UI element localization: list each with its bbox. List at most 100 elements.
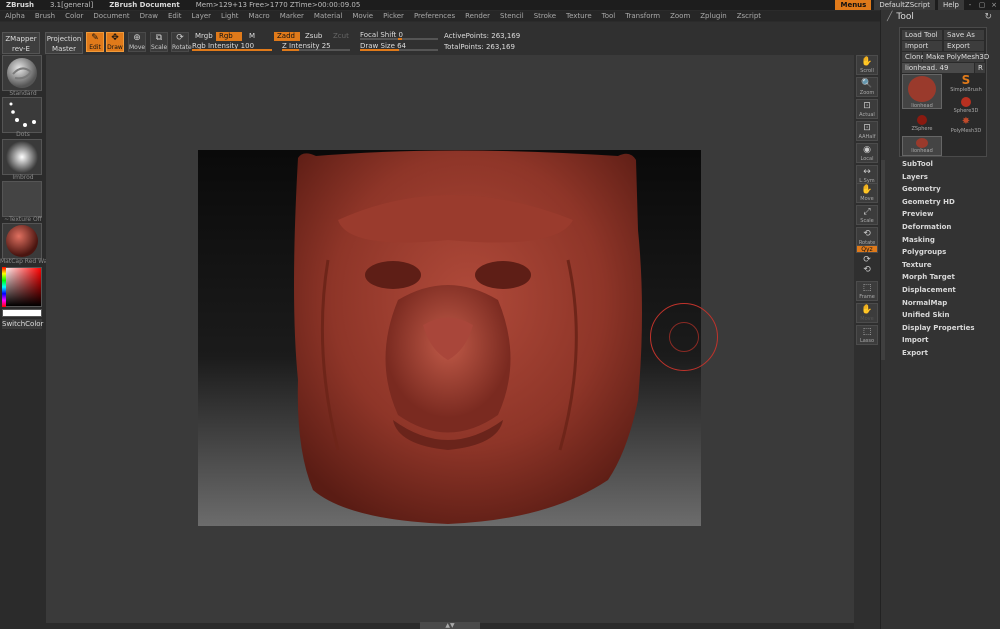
rotate-axis-11-button[interactable]: ⟲ [856,265,878,275]
switch-color-button[interactable]: SwitchColor [2,319,43,329]
aahalf-button[interactable]: ⊡ AAHalf [856,121,878,141]
frame-button[interactable]: ⬚ Frame [856,281,878,301]
menu-tool[interactable]: Tool [597,12,621,20]
minimize-icon[interactable]: - [964,0,976,10]
z-intensity-slider[interactable]: Z Intensity 25 [282,42,350,51]
menu-stencil[interactable]: Stencil [495,12,529,20]
help-button[interactable]: Help [938,0,964,10]
tray-item-displacement[interactable]: Displacement [902,286,956,294]
tray-item-unified-skin[interactable]: Unified Skin [902,311,950,319]
polymesh3d-thumbnail[interactable]: ✸ PolyMesh3D [946,116,986,136]
zsub-button[interactable]: Zsub [302,32,325,41]
close-icon[interactable]: × [988,0,1000,10]
scale-mode-button[interactable]: ⧉ Scale [150,32,168,52]
tray-item-deformation[interactable]: Deformation [902,223,951,231]
menu-zplugin[interactable]: Zplugin [695,12,731,20]
menu-brush[interactable]: Brush [30,12,60,20]
tray-scrollbar[interactable] [881,160,885,360]
tray-item-polygroups[interactable]: Polygroups [902,248,946,256]
simplebrush-thumbnail[interactable]: S SimpleBrush [946,74,986,94]
menu-stroke[interactable]: Stroke [529,12,561,20]
move-button[interactable]: ✋ Move [856,303,878,323]
tray-item-masking[interactable]: Masking [902,236,935,244]
secondary-color-swatch[interactable] [2,309,42,317]
material-button[interactable] [2,223,42,259]
tray-item-preview[interactable]: Preview [902,210,934,218]
refresh-icon[interactable]: ↻ [984,12,992,22]
lsym-button[interactable]: ↔ L.Sym [856,165,878,185]
menu-picker[interactable]: Picker [378,12,409,20]
menu-preferences[interactable]: Preferences [409,12,460,20]
bottom-tray-toggle[interactable]: ▲▼ [420,622,480,629]
menu-layer[interactable]: Layer [187,12,217,20]
zsphere-thumbnail[interactable]: ZSphere [902,114,942,134]
hue-strip[interactable] [2,267,6,307]
rotate-mode-button[interactable]: ⟳ Rotate [171,32,192,52]
color-picker[interactable] [2,267,42,307]
menus-button[interactable]: Menus [835,0,872,10]
rgb-button[interactable]: Rgb [216,32,242,41]
tray-item-texture[interactable]: Texture [902,261,932,269]
menu-alpha[interactable]: Alpha [0,12,30,20]
menu-zscript[interactable]: Zscript [732,12,766,20]
menu-movie[interactable]: Movie [347,12,378,20]
document-viewport[interactable] [198,150,701,526]
menu-render[interactable]: Render [460,12,495,20]
menu-material[interactable]: Material [309,12,347,20]
tray-item-normalmap[interactable]: NormalMap [902,299,947,307]
focal-shift-slider[interactable]: Focal Shift 0 [360,31,438,40]
tray-item-layers[interactable]: Layers [902,173,928,181]
menu-macro[interactable]: Macro [244,12,275,20]
draw-size-slider[interactable]: Draw Size 64 [360,42,438,51]
zcut-button[interactable]: Zcut [330,32,352,41]
menu-color[interactable]: Color [60,12,88,20]
tray-item-morph-target[interactable]: Morph Target [902,273,955,281]
actual-button[interactable]: ⊡ Actual [856,99,878,119]
local-button[interactable]: ◉ Local [856,143,878,163]
lion-head-model[interactable] [198,150,701,526]
lionhead-small-thumbnail[interactable]: lionhead [902,136,942,156]
clone-button[interactable]: Clone [902,52,925,62]
standard-brush-button[interactable] [2,55,42,91]
default-zscript-button[interactable]: DefaultZScript [874,0,936,10]
stroke-dots-button[interactable] [2,97,42,133]
rotate-axis-10-button[interactable]: ⟳ [856,255,878,265]
sphere3d-thumbnail[interactable]: Sphere3D [946,96,986,116]
menu-light[interactable]: Light [216,12,243,20]
qyz-button[interactable]: Qyz [856,245,878,253]
zoom-button[interactable]: 🔍 Zoom [856,77,878,97]
scroll-button[interactable]: ✋ Scroll [856,55,878,75]
lasso-button[interactable]: ⬚ Lasso [856,325,878,345]
move-button[interactable]: ✋ Move [856,183,878,203]
zadd-button[interactable]: Zadd [274,32,300,41]
current-tool-name[interactable]: lionhead. 49 [902,63,974,73]
texture-button[interactable] [2,181,42,217]
tray-item-export[interactable]: Export [902,349,928,357]
menu-draw[interactable]: Draw [135,12,163,20]
tray-item-subtool[interactable]: SubTool [902,160,933,168]
zmapper-button[interactable]: ZMapper rev-E [2,32,40,54]
tray-item-geometry[interactable]: Geometry [902,185,941,193]
tray-item-display-properties[interactable]: Display Properties [902,324,975,332]
reset-button[interactable]: R [975,63,985,73]
alpha-button[interactable] [2,139,42,175]
menu-document[interactable]: Document [88,12,134,20]
draw-mode-button[interactable]: ✥ Draw [106,32,124,52]
edit-mode-button[interactable]: ✎ Edit [86,32,104,52]
scale-button[interactable]: ⤢ Scale [856,205,878,225]
menu-texture[interactable]: Texture [561,12,597,20]
lionhead-thumbnail[interactable]: lionhead [902,74,942,109]
save-as-button[interactable]: Save As [944,30,984,40]
rotate-button[interactable]: ⟲ Rotate [856,227,878,247]
maximize-icon[interactable]: ▢ [976,0,988,10]
tray-item-geometry-hd[interactable]: Geometry HD [902,198,955,206]
move-mode-button[interactable]: ⊕ Move [128,32,146,52]
import-tool-button[interactable]: Import [902,41,942,51]
export-tool-button[interactable]: Export [944,41,984,51]
rgb-intensity-slider[interactable]: Rgb Intensity 100 [192,42,272,51]
tray-item-import[interactable]: Import [902,336,929,344]
mrgb-button[interactable]: Mrgb [192,32,216,41]
projection-master-button[interactable]: Projection Master [45,32,83,54]
menu-edit[interactable]: Edit [163,12,187,20]
m-button[interactable]: M [246,32,258,41]
